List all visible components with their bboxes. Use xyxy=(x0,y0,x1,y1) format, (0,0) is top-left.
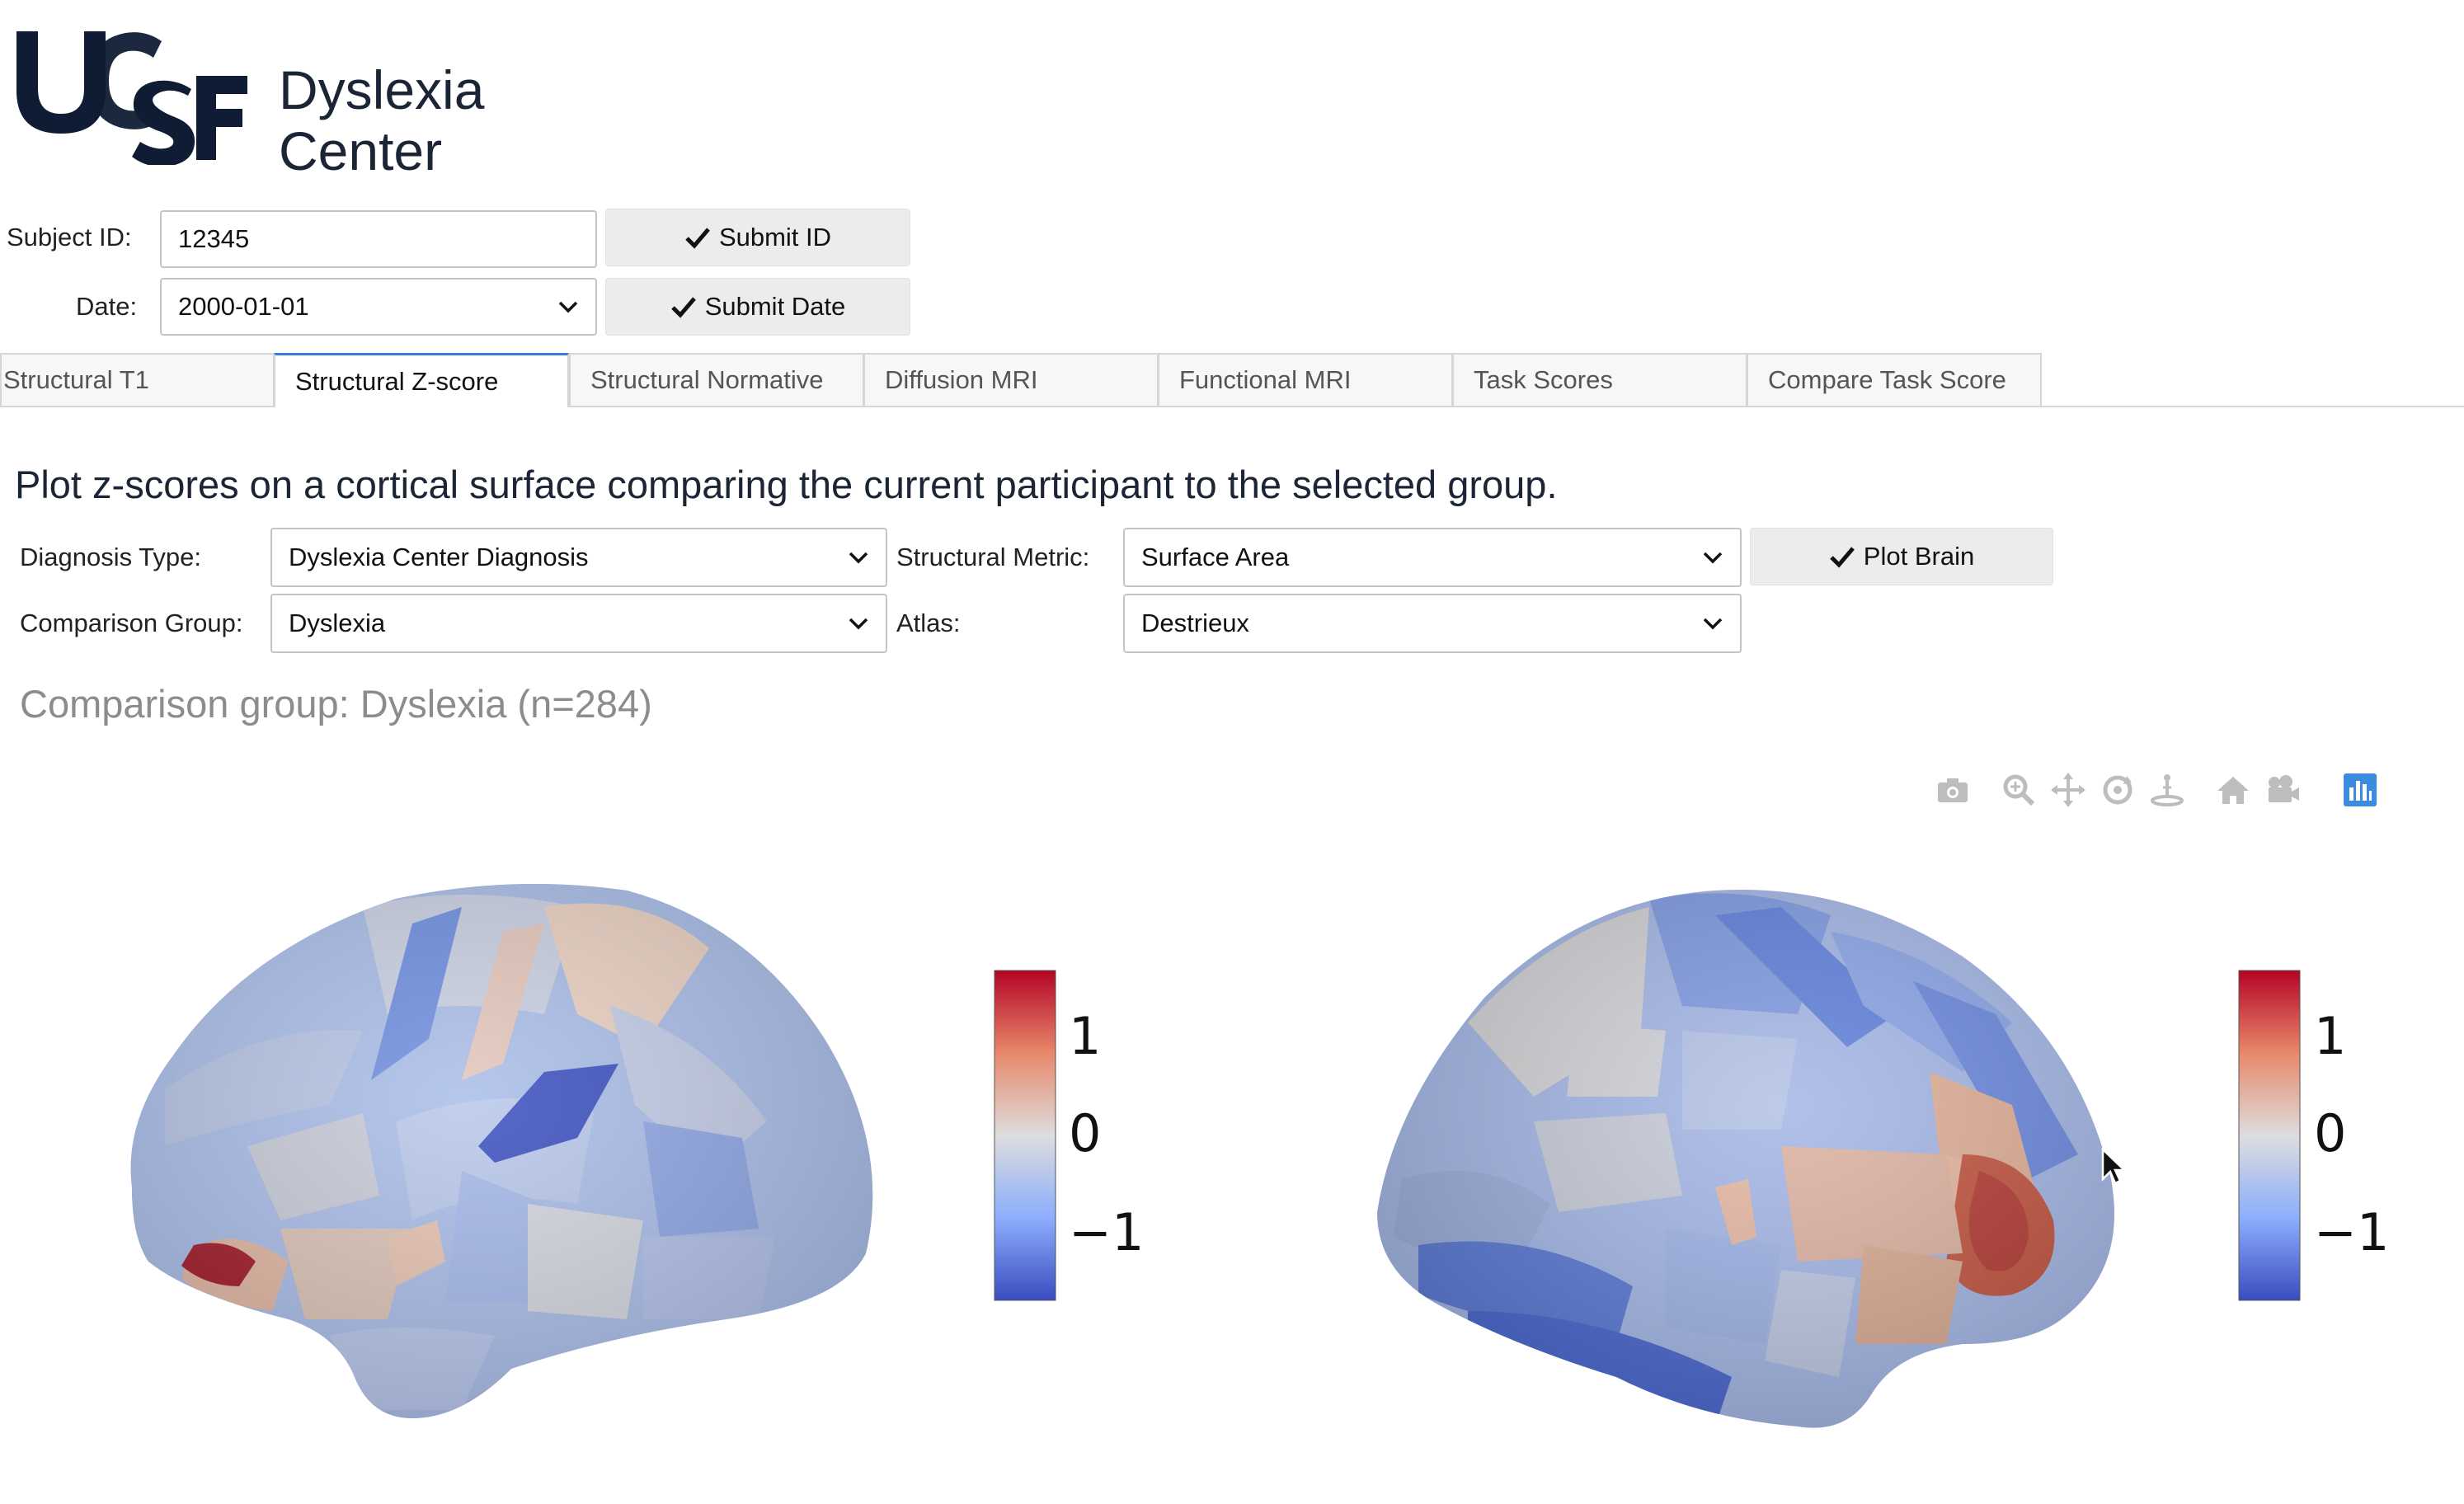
tab-structural-t1[interactable]: Structural T1 xyxy=(0,353,275,406)
tab-label: Task Scores xyxy=(1474,365,1613,394)
structural-metric-value: Surface Area xyxy=(1141,543,1290,571)
date-label: Date: xyxy=(76,292,138,321)
ucsf-logo-mark xyxy=(16,31,247,165)
tab-diffusion-mri[interactable]: Diffusion MRI xyxy=(863,353,1159,406)
left-colorbar-tick-1: 1 xyxy=(1069,1006,1102,1066)
plot-brain-button[interactable]: Plot Brain xyxy=(1750,528,2053,585)
zoom-icon[interactable] xyxy=(2000,771,2038,809)
page-description: Plot z-scores on a cortical surface comp… xyxy=(15,463,1558,506)
left-colorbar-tick-0: 0 xyxy=(1069,1103,1102,1163)
left-hemisphere-surface[interactable] xyxy=(115,874,891,1435)
tab-label: Diffusion MRI xyxy=(885,365,1038,394)
date-select[interactable]: 2000-01-01 xyxy=(160,278,597,336)
right-colorbar-tick-1: 1 xyxy=(2314,1006,2347,1066)
right-hemisphere-surface[interactable] xyxy=(1369,882,2128,1443)
tab-label: Structural Z-score xyxy=(295,366,499,396)
check-icon xyxy=(685,228,710,249)
pan-icon[interactable] xyxy=(2049,771,2087,809)
tab-compare-task-score[interactable]: Compare Task Score xyxy=(1747,353,2042,406)
tab-label: Compare Task Score xyxy=(1768,365,2006,394)
plot-brain-label: Plot Brain xyxy=(1863,542,1975,571)
check-icon xyxy=(670,297,696,318)
left-colorbar xyxy=(994,970,1056,1301)
chevron-down-icon xyxy=(1703,618,1723,630)
chevron-down-icon xyxy=(1703,552,1723,564)
diagnosis-type-select[interactable]: Dyslexia Center Diagnosis xyxy=(270,528,887,587)
tab-label: Functional MRI xyxy=(1179,365,1352,394)
logo-name-line1: Dyslexia xyxy=(279,59,485,120)
right-colorbar-tick-neg1: −1 xyxy=(2314,1202,2390,1262)
chevron-down-icon xyxy=(849,552,868,564)
submit-date-button[interactable]: Submit Date xyxy=(605,278,910,336)
tab-structural-normative[interactable]: Structural Normative xyxy=(569,353,864,406)
submit-id-label: Submit ID xyxy=(718,223,832,251)
right-colorbar xyxy=(2238,970,2301,1301)
left-colorbar-tick-neg1: −1 xyxy=(1069,1202,1145,1262)
comparison-group-select[interactable]: Dyslexia xyxy=(270,594,887,653)
structural-metric-select[interactable]: Surface Area xyxy=(1123,528,1742,587)
turntable-icon[interactable] xyxy=(2148,771,2186,809)
tab-label: Structural Normative xyxy=(590,365,824,394)
comparison-group-label: Comparison Group: xyxy=(20,609,243,637)
diagnosis-type-value: Dyslexia Center Diagnosis xyxy=(289,543,589,571)
atlas-label: Atlas: xyxy=(896,609,961,637)
ucsf-dyslexia-logo: Dyslexia Center xyxy=(0,25,511,181)
chevron-down-icon xyxy=(558,301,578,313)
home-icon[interactable] xyxy=(2214,771,2252,809)
diagnosis-type-label: Diagnosis Type: xyxy=(20,543,201,571)
tab-bar: Structural T1 Structural Z-score Structu… xyxy=(0,353,2464,407)
submit-date-label: Submit Date xyxy=(704,292,846,321)
structural-metric-label: Structural Metric: xyxy=(896,543,1090,571)
check-icon xyxy=(1830,547,1855,568)
submit-id-button[interactable]: Submit ID xyxy=(605,209,910,266)
comparison-group-title: Comparison group: Dyslexia (n=284) xyxy=(20,682,652,726)
plotly-logo-icon[interactable] xyxy=(2341,771,2379,809)
subject-id-value: 12345 xyxy=(178,224,250,253)
logo-name-line2: Center xyxy=(279,120,443,181)
reset-camera-icon[interactable] xyxy=(2264,771,2302,809)
date-value: 2000-01-01 xyxy=(178,292,309,321)
chevron-down-icon xyxy=(849,618,868,630)
atlas-value: Destrieux xyxy=(1141,609,1249,637)
comparison-group-value: Dyslexia xyxy=(289,609,386,637)
subject-id-input[interactable]: 12345 xyxy=(160,210,597,268)
subject-id-label: Subject ID: xyxy=(7,223,132,251)
atlas-select[interactable]: Destrieux xyxy=(1123,594,1742,653)
mouse-cursor-icon xyxy=(2101,1148,2126,1185)
tab-functional-mri[interactable]: Functional MRI xyxy=(1158,353,1453,406)
orbit-icon[interactable] xyxy=(2099,771,2137,809)
plot-modebar xyxy=(1934,771,2379,812)
camera-icon[interactable] xyxy=(1934,771,1972,809)
right-colorbar-tick-0: 0 xyxy=(2314,1103,2347,1163)
tab-structural-z-score[interactable]: Structural Z-score xyxy=(274,353,569,407)
tab-task-scores[interactable]: Task Scores xyxy=(1452,353,1747,406)
tab-label: Structural T1 xyxy=(3,365,149,394)
